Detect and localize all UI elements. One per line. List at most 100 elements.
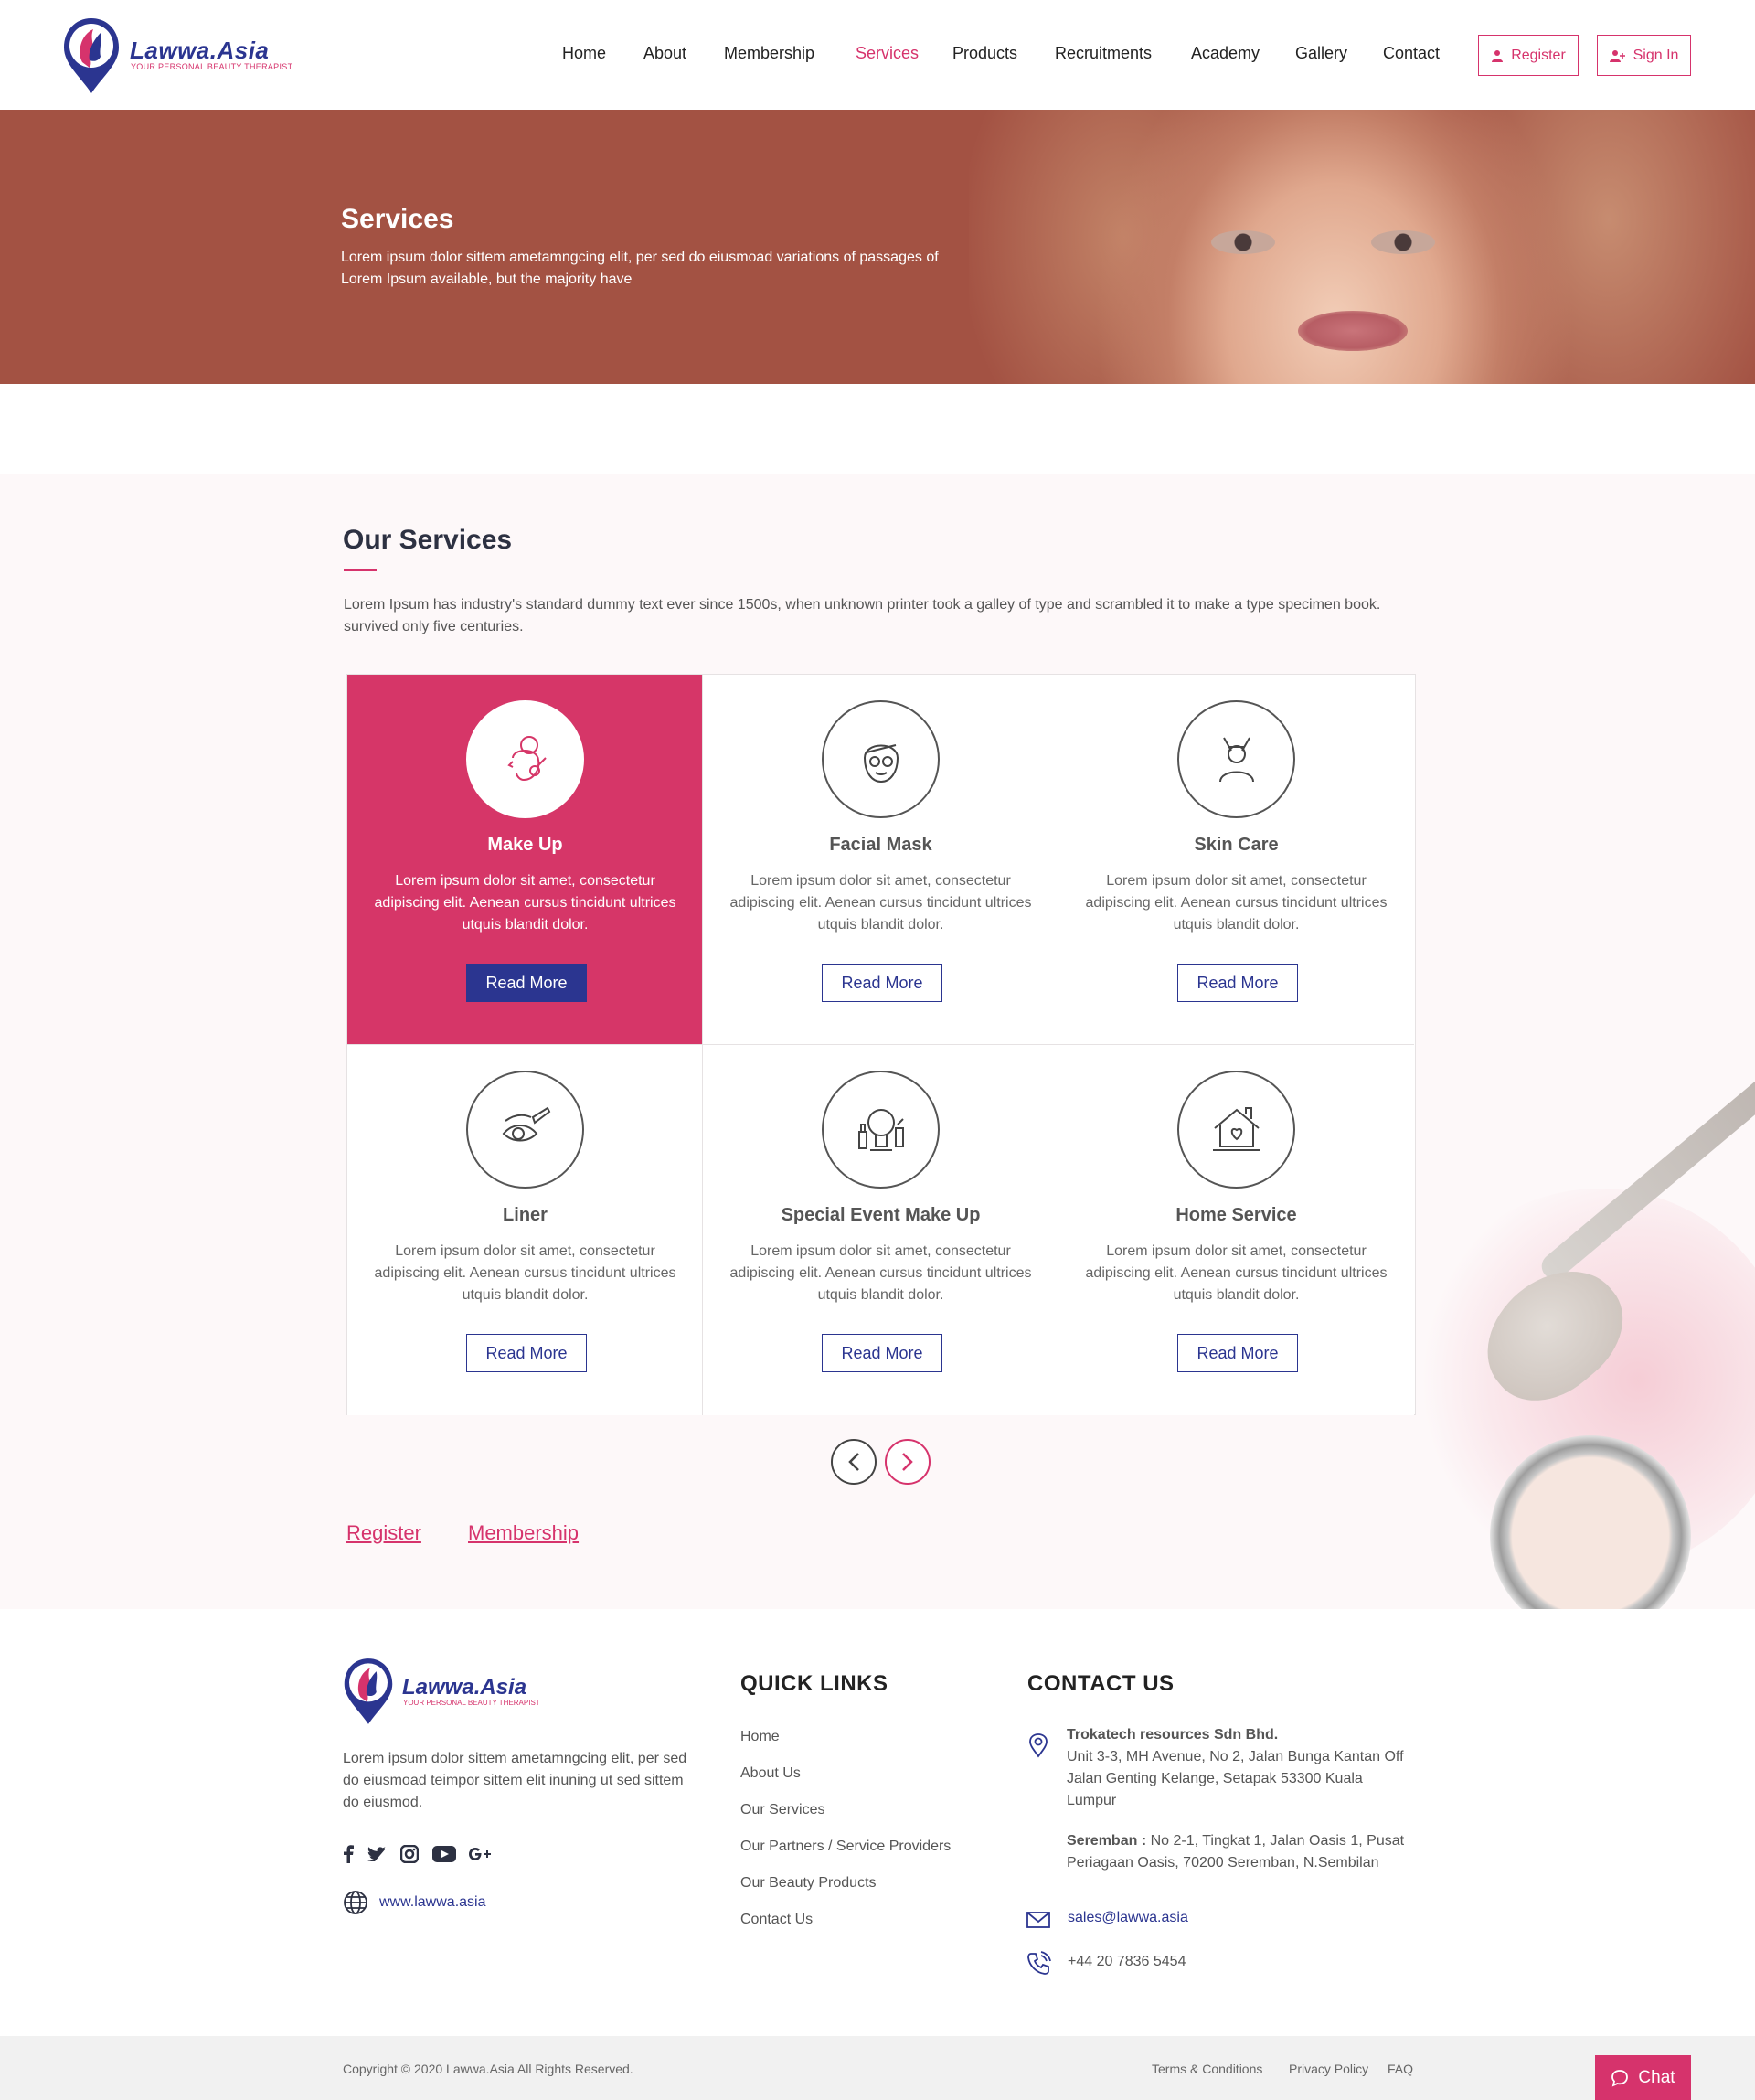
footer-logo[interactable]: Lawwa.Asia YOUR PERSONAL BEAUTY THERAPIS… [343, 1657, 553, 1730]
read-more-button[interactable]: Read More [822, 964, 942, 1002]
service-title: Special Event Make Up [781, 1205, 981, 1225]
page-subtitle: Lorem ipsum dolor sittem ametamngcing el… [341, 250, 939, 287]
service-text: Lorem ipsum dolor sit amet, consectetur … [729, 873, 1032, 933]
google-plus-icon[interactable] [469, 1844, 491, 1864]
register-link[interactable]: Register [346, 1521, 421, 1545]
service-text: Lorem ipsum dolor sit amet, consectetur … [374, 1243, 676, 1303]
user-icon [1492, 49, 1504, 62]
services-heading: Our Services [343, 525, 513, 555]
services-grid: Make Up Lorem ipsum dolor sit amet, cons… [346, 674, 1416, 1415]
sign-in-button-label: Sign In [1633, 47, 1679, 63]
register-button-label: Register [1511, 47, 1566, 63]
service-icon-circle [1177, 1071, 1295, 1189]
carousel-next-button[interactable] [885, 1439, 931, 1485]
youtube-icon[interactable] [432, 1844, 456, 1864]
company-address: Unit 3-3, MH Avenue, No 2, Jalan Bunga K… [1067, 1749, 1404, 1808]
quick-link-beauty-products[interactable]: Our Beauty Products [740, 1875, 877, 1892]
service-title: Make Up [487, 835, 563, 855]
read-more-button[interactable]: Read More [466, 964, 587, 1002]
nav-recruitments[interactable]: Recruitments [1055, 44, 1152, 63]
chat-bubble-icon [1611, 2069, 1629, 2087]
logo-pin-icon [344, 1658, 393, 1724]
register-button[interactable]: Register [1478, 35, 1579, 76]
service-card-special-event-make-up[interactable]: Special Event Make Up Lorem ipsum dolor … [703, 1045, 1058, 1415]
service-card-home-service[interactable]: Home Service Lorem ipsum dolor sit amet,… [1058, 1045, 1414, 1415]
quick-link-home[interactable]: Home [740, 1729, 780, 1745]
service-icon-circle [466, 700, 584, 818]
service-card-liner[interactable]: Liner Lorem ipsum dolor sit amet, consec… [347, 1045, 703, 1415]
service-card-make-up[interactable]: Make Up Lorem ipsum dolor sit amet, cons… [347, 675, 703, 1045]
nav-academy[interactable]: Academy [1191, 44, 1260, 63]
nav-products[interactable]: Products [952, 44, 1017, 63]
quick-link-contact-us[interactable]: Contact Us [740, 1912, 813, 1928]
quick-link-our-services[interactable]: Our Services [740, 1802, 824, 1818]
service-card-facial-mask[interactable]: Facial Mask Lorem ipsum dolor sit amet, … [703, 675, 1058, 1045]
read-more-button[interactable]: Read More [466, 1334, 587, 1372]
service-title: Liner [503, 1205, 548, 1225]
services-description: Lorem Ipsum has industry's standard dumm… [344, 597, 1381, 634]
website-link[interactable]: www.lawwa.asia [379, 1894, 485, 1911]
instagram-icon[interactable] [400, 1844, 419, 1864]
chat-button-label: Chat [1638, 2067, 1675, 2087]
nav-about[interactable]: About [644, 44, 686, 63]
twitter-icon[interactable] [367, 1844, 386, 1864]
privacy-link[interactable]: Privacy Policy [1289, 2062, 1368, 2076]
service-text: Lorem ipsum dolor sit amet, consectetur … [1085, 1243, 1388, 1303]
service-icon-circle [466, 1071, 584, 1189]
contact-phone: +44 20 7836 5454 [1068, 1954, 1186, 1969]
terms-link[interactable]: Terms & Conditions [1152, 2062, 1262, 2076]
service-icon-circle [1177, 700, 1295, 818]
service-text: Lorem ipsum dolor sit amet, consectetur … [374, 873, 676, 933]
eyeliner-icon [502, 1106, 550, 1141]
site-header: Lawwa.Asia YOUR PERSONAL BEAUTY THERAPIS… [0, 0, 1755, 110]
read-more-button[interactable]: Read More [1177, 1334, 1298, 1372]
quick-link-partners[interactable]: Our Partners / Service Providers [740, 1839, 951, 1855]
read-more-button[interactable]: Read More [822, 1334, 942, 1372]
globe-icon [344, 1891, 367, 1914]
faq-link[interactable]: FAQ [1388, 2062, 1413, 2076]
facebook-icon[interactable] [343, 1844, 354, 1864]
contact-heading: CONTACT US [1027, 1671, 1175, 1696]
chevron-left-icon [848, 1453, 859, 1471]
nav-home[interactable]: Home [562, 44, 606, 63]
brand-name: Lawwa.Asia [402, 1675, 527, 1700]
footer-website[interactable]: www.lawwa.asia [343, 1890, 485, 1915]
nav-contact[interactable]: Contact [1383, 44, 1440, 63]
sign-in-button[interactable]: Sign In [1597, 35, 1691, 76]
makeup-face-icon [506, 735, 547, 781]
nav-gallery[interactable]: Gallery [1295, 44, 1347, 63]
contact-address: Trokatech resources Sdn Bhd. Unit 3-3, M… [1067, 1724, 1414, 1812]
carousel-prev-button[interactable] [831, 1439, 877, 1485]
service-title: Skin Care [1194, 835, 1279, 855]
heading-underline [344, 569, 377, 571]
special-event-makeup-icon [857, 1108, 904, 1151]
chevron-right-icon [902, 1453, 913, 1471]
service-card-skin-care[interactable]: Skin Care Lorem ipsum dolor sit amet, co… [1058, 675, 1414, 1045]
service-text: Lorem ipsum dolor sit amet, consectetur … [1085, 873, 1388, 933]
service-text: Lorem ipsum dolor sit amet, consectetur … [729, 1243, 1032, 1303]
page-title: Services [341, 204, 454, 234]
nav-membership[interactable]: Membership [724, 44, 814, 63]
branch-address: Seremban : No 2-1, Tingkat 1, Jalan Oasi… [1067, 1830, 1414, 1874]
service-icon-circle [822, 1071, 940, 1189]
quick-links-heading: QUICK LINKS [740, 1671, 888, 1696]
hero-eye-right [1371, 230, 1435, 254]
copyright-text: Copyright © 2020 Lawwa.Asia All Rights R… [343, 2062, 633, 2076]
facial-mask-icon [863, 743, 899, 783]
service-title: Facial Mask [829, 835, 932, 855]
membership-link[interactable]: Membership [468, 1521, 579, 1545]
mail-icon [1026, 1912, 1050, 1928]
skin-care-icon [1218, 737, 1254, 782]
chat-button[interactable]: Chat [1595, 2055, 1691, 2100]
location-pin-icon [1029, 1733, 1048, 1758]
read-more-button[interactable]: Read More [1177, 964, 1298, 1002]
phone-icon [1027, 1951, 1051, 1975]
user-plus-icon [1609, 49, 1625, 62]
quick-link-about-us[interactable]: About Us [740, 1765, 801, 1782]
branch-label: Seremban : [1067, 1833, 1147, 1849]
nav-services[interactable]: Services [856, 44, 919, 63]
contact-email[interactable]: sales@lawwa.asia [1068, 1910, 1188, 1926]
hero-eye-left [1211, 230, 1275, 254]
service-icon-circle [822, 700, 940, 818]
brand-tagline: YOUR PERSONAL BEAUTY THERAPIST [403, 1699, 540, 1707]
